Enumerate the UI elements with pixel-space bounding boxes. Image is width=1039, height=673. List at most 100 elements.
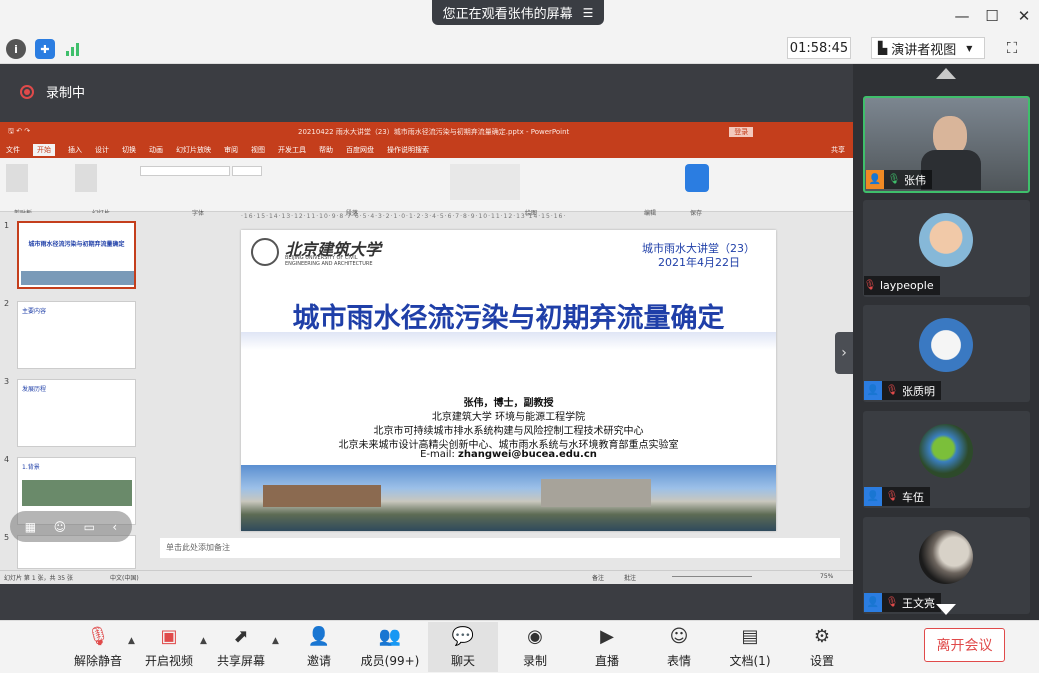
chat-icon: 💬 [451, 626, 475, 647]
chat-bubble-icon[interactable]: ▭ [84, 520, 95, 534]
font-size-select[interactable] [232, 166, 262, 176]
start-video-label: 开启视频 [144, 653, 193, 668]
start-video-button[interactable]: ▣ 开启视频 [137, 622, 201, 672]
thumb-number: 5 [4, 533, 10, 542]
notes-pane[interactable]: 单击此处添加备注 [160, 538, 840, 558]
ppt-quick-access-icon[interactable]: 🖫 ↶ ↷ [8, 127, 68, 138]
ppt-tab[interactable]: 幻灯片放映 [176, 145, 211, 155]
members-button[interactable]: 👥 成员(99+) [358, 622, 422, 672]
participant-tile[interactable]: 🎙 laypeople [863, 200, 1030, 297]
leave-meeting-button[interactable]: 离开会议 [924, 628, 1005, 662]
ppt-tab-home[interactable]: 开始 [33, 144, 55, 156]
university-en-2: ENGINEERING AND ARCHITECTURE [285, 261, 373, 267]
recording-indicator: 录制中 [20, 82, 85, 101]
ppt-tab[interactable]: 切换 [122, 145, 136, 155]
ppt-tab[interactable]: 设计 [95, 145, 109, 155]
reactions-button[interactable]: ☺ 表情 [647, 622, 711, 672]
share-screen-label: 共享屏幕 [216, 653, 265, 668]
slide-thumbnail-2[interactable]: 主要内容 [17, 301, 136, 369]
ppt-tab[interactable]: 动画 [149, 145, 163, 155]
close-icon[interactable]: ✕ [1012, 6, 1036, 26]
unmute-button[interactable]: 🎙 解除静音 [66, 622, 130, 672]
zoom-slider[interactable] [672, 576, 752, 577]
grid-icon[interactable]: ▦ [25, 520, 36, 534]
record-button[interactable]: ◉ 录制 [503, 622, 567, 672]
chat-button[interactable]: 💬 聊天 [428, 622, 498, 672]
audio-options-caret-icon[interactable]: ▲ [128, 636, 135, 646]
recording-label: 录制中 [46, 86, 86, 101]
chevron-down-icon: ▼ [966, 43, 973, 53]
share-screen-button[interactable]: ⬈ 共享屏幕 [209, 622, 273, 672]
member-icon: 👤 [864, 487, 882, 506]
info-icon[interactable]: i [6, 39, 26, 59]
new-slide-icon[interactable] [75, 164, 97, 192]
fullscreen-icon[interactable]: ⛶ [1002, 38, 1022, 58]
ppt-window-title: 20210422 雨水大讲堂（23）城市雨水径流污染与初期弃流量确定.pptx … [298, 128, 570, 136]
collapse-icon[interactable]: ‹ [112, 520, 117, 534]
building-right [541, 479, 651, 507]
ppt-share-button[interactable]: 共享 [831, 145, 845, 155]
ppt-tab[interactable]: 帮助 [319, 145, 333, 155]
thumb-title: 城市雨水径流污染与初期弃流量确定 [28, 241, 125, 248]
participant-nametag: 👤 🎙 王文亮 [864, 593, 941, 612]
thumb-number: 1 [4, 221, 10, 230]
participant-name: 张伟 [904, 173, 926, 187]
thumb-photos [22, 480, 132, 506]
signal-icon[interactable] [63, 39, 83, 59]
participant-name: laypeople [880, 279, 934, 292]
ppt-tab[interactable]: 插入 [68, 145, 82, 155]
live-button[interactable]: ▶ 直播 [575, 622, 639, 672]
host-icon: 👤 [866, 170, 884, 189]
emoji-icon[interactable]: ☺ [54, 520, 67, 534]
notes-toggle[interactable]: 备注 [592, 573, 604, 582]
font-family-select[interactable] [140, 166, 230, 176]
record-dot-icon [20, 84, 34, 99]
ppt-tab-search[interactable]: 操作说明搜索 [387, 145, 429, 155]
ppt-tab[interactable]: 文件 [6, 145, 20, 155]
ppt-tab[interactable]: 开发工具 [278, 145, 306, 155]
baidu-save-icon[interactable] [685, 164, 709, 192]
participant-nametag: 👤 🎙 张伟 [866, 170, 932, 189]
participant-tile[interactable]: 👤 🎙 张伟 [863, 96, 1030, 193]
ppt-login-button[interactable]: 登录 [729, 127, 754, 137]
participant-tile[interactable]: 👤 🎙 张质明 [863, 305, 1030, 402]
avatar [919, 530, 973, 584]
participant-tile[interactable]: 👤 🎙 车伍 [863, 411, 1030, 508]
slide-affiliation-2: 北京市可持续城市排水系统构建与风险控制工程技术研究中心 [373, 426, 644, 437]
zoom-level[interactable]: 75% [820, 573, 833, 580]
video-options-caret-icon[interactable]: ▲ [200, 636, 207, 646]
menu-icon[interactable]: ☰ [583, 6, 594, 20]
participant-tile[interactable]: 👤 🎙 王文亮 [863, 517, 1030, 614]
share-options-caret-icon[interactable]: ▲ [272, 636, 279, 646]
record-icon: ◉ [527, 626, 543, 647]
mic-muted-icon: 🎙 [885, 491, 899, 502]
slide-affiliation-1: 北京建筑大学 环境与能源工程学院 [431, 412, 586, 423]
avatar [919, 318, 973, 372]
slide-thumbnail-3[interactable]: 发展历程 [17, 379, 136, 447]
screen-share-banner[interactable]: 您正在观看张伟的屏幕 ☰ [432, 0, 604, 25]
security-shield-icon[interactable]: ✚ [35, 39, 55, 59]
slide-thumbnail-1[interactable]: 城市雨水径流污染与初期弃流量确定 [17, 221, 136, 289]
paste-icon[interactable] [6, 164, 28, 192]
docs-button[interactable]: ▤ 文档(1) [718, 622, 782, 672]
shapes-gallery[interactable] [450, 164, 520, 200]
ppt-tab[interactable]: 百度网盘 [346, 145, 374, 155]
ppt-tab[interactable]: 审阅 [224, 145, 238, 155]
layout-icon: ▙ [878, 41, 888, 55]
thumb-campus-photo [21, 271, 134, 285]
ribbon-group-label: 字体 [192, 210, 205, 217]
ppt-tab[interactable]: 视图 [251, 145, 265, 155]
reactions-label: 表情 [666, 653, 691, 668]
scroll-up-icon[interactable] [936, 68, 956, 79]
view-mode-dropdown[interactable]: ▙ 演讲者视图 ▼ [871, 37, 985, 59]
expand-panel-arrow-icon[interactable]: › [835, 332, 853, 374]
settings-button[interactable]: ⚙ 设置 [790, 622, 854, 672]
minimize-icon[interactable]: — [950, 6, 974, 26]
member-icon: 👤 [864, 593, 882, 612]
mic-muted-icon: 🎙 [863, 280, 877, 291]
scroll-down-icon[interactable] [936, 604, 956, 615]
maximize-icon[interactable]: ☐ [980, 6, 1004, 26]
meeting-timer: 01:58:45 [787, 37, 851, 59]
comments-toggle[interactable]: 批注 [624, 573, 636, 582]
invite-button[interactable]: 👤 邀请 [287, 622, 351, 672]
